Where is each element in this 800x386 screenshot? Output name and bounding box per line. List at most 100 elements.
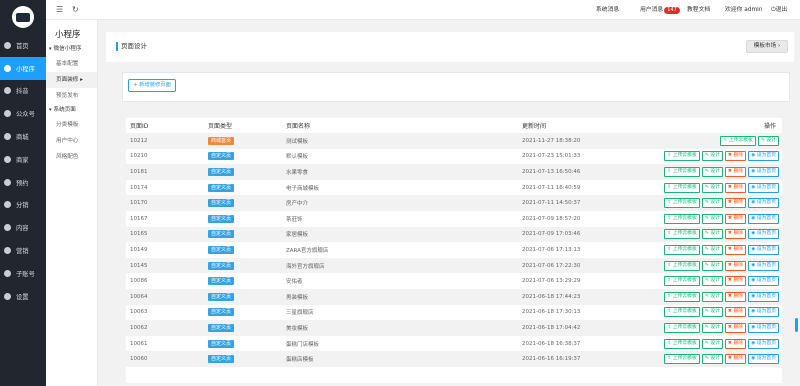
nav-item-content[interactable]: 内容 <box>0 216 46 239</box>
upload-template-button[interactable]: ⇪ 上传云模板 <box>664 354 700 365</box>
upload-template-button[interactable]: ⇪ 上传云模板 <box>664 338 700 349</box>
set-home-button[interactable]: ◉ 设为首页 <box>748 354 779 365</box>
nav-item-calendar[interactable]: 预约 <box>0 171 46 194</box>
delete-button[interactable]: ✖ 删除 <box>724 260 747 271</box>
delete-button[interactable]: ✖ 删除 <box>724 307 747 318</box>
set-home-button[interactable]: ◉ 设为首页 <box>748 260 779 271</box>
delete-button[interactable]: ✖ 删除 <box>724 182 747 193</box>
template-market-button[interactable]: 模板市场 › <box>746 40 788 53</box>
tutorial-link[interactable]: 教程文档 <box>687 6 710 14</box>
cell-actions: ⇪ 上传云模板 ✎ 设计 ✖ 删除 ◉ 设为首页 <box>652 179 782 196</box>
nav-item-gear[interactable]: 设置 <box>0 285 46 308</box>
upload-template-button[interactable]: ⇪ 上传云模板 <box>664 213 700 224</box>
delete-button[interactable]: ✖ 删除 <box>724 354 747 365</box>
cell-actions: ⇪ 上传云模板 ✎ 设计 ✖ 删除 ◉ 设为首页 <box>652 320 782 336</box>
delete-button[interactable]: ✖ 删除 <box>724 151 747 162</box>
nav-item-miniapp[interactable]: 小程序 <box>0 56 46 80</box>
sub-group-header[interactable]: ▾ 微信小程序 <box>46 43 97 56</box>
sub-item[interactable]: 分类模板 <box>46 117 97 133</box>
sub-nav-list: ▾ 微信小程序 基本配置 页面装修 ▸ 预览发布 ▾ 系统页面分类模板用户中心 风格配色 <box>46 43 97 165</box>
user-messages-badge: 147 <box>664 7 680 14</box>
set-home-button[interactable]: ◉ 设为首页 <box>748 151 779 162</box>
set-home-button[interactable]: ◉ 设为首页 <box>748 182 779 193</box>
refresh-icon[interactable]: ↻ <box>72 6 79 14</box>
nav-item-home[interactable]: 首页 <box>0 34 46 57</box>
sub-item[interactable]: 风格配色 <box>46 149 97 165</box>
sub-item[interactable]: 页面装修 ▸ <box>46 72 97 88</box>
delete-button[interactable]: ✖ 删除 <box>724 229 747 240</box>
design-button[interactable]: ✎ 设计 <box>701 276 723 287</box>
upload-template-button[interactable]: ⇪ 上传云模板 <box>664 198 700 209</box>
set-home-button-label: 设为首页 <box>756 278 776 284</box>
design-button[interactable]: ✎ 设计 <box>701 244 723 255</box>
sub-item[interactable]: 基本配置 <box>46 56 97 72</box>
cell-name: 蛋糕门店模板 <box>282 335 518 352</box>
new-page-button[interactable]: + 新增装修页面 <box>128 79 176 92</box>
set-home-button[interactable]: ◉ 设为首页 <box>748 229 779 240</box>
design-button[interactable]: ✎ 设计 <box>757 135 779 146</box>
set-home-button[interactable]: ◉ 设为首页 <box>748 198 779 209</box>
set-home-button[interactable]: ◉ 设为首页 <box>748 244 779 255</box>
design-button[interactable]: ✎ 设计 <box>701 260 723 271</box>
design-button[interactable]: ✎ 设计 <box>701 229 723 240</box>
set-home-button[interactable]: ◉ 设为首页 <box>748 213 779 224</box>
design-button-label: 设计 <box>710 168 720 174</box>
set-home-button[interactable]: ◉ 设为首页 <box>748 276 779 287</box>
upload-template-button[interactable]: ⇪ 上传云模板 <box>664 260 700 271</box>
design-button[interactable]: ✎ 设计 <box>701 354 723 365</box>
set-home-button[interactable]: ◉ 设为首页 <box>748 166 779 177</box>
upload-template-button[interactable]: ⇪ 上传云模板 <box>664 182 700 193</box>
set-home-button[interactable]: ◉ 设为首页 <box>748 307 779 318</box>
nav-item-user[interactable]: 子账号 <box>0 262 46 285</box>
page-header: 页面设计 模板市场 › <box>106 32 794 62</box>
page-type-tag: 自定义页 <box>208 199 235 208</box>
nav-item-douyin[interactable]: 抖音 <box>0 80 46 103</box>
nav-item-marketing[interactable]: 营销 <box>0 239 46 262</box>
design-button[interactable]: ✎ 设计 <box>701 166 723 177</box>
sub-item[interactable]: 用户中心 <box>46 133 97 149</box>
delete-button[interactable]: ✖ 删除 <box>724 338 747 349</box>
nav-item-shop[interactable]: 商城 <box>0 125 46 148</box>
upload-template-button[interactable]: ⇪ 上传云模板 <box>664 151 700 162</box>
delete-button[interactable]: ✖ 删除 <box>724 166 747 177</box>
upload-template-button[interactable]: ⇪ 上传云模板 <box>720 135 756 146</box>
cell-name: 水果零食 <box>282 164 518 180</box>
design-button[interactable]: ✎ 设计 <box>701 291 723 302</box>
design-button[interactable]: ✎ 设计 <box>701 198 723 209</box>
design-button[interactable]: ✎ 设计 <box>701 213 723 224</box>
design-button-label: 设计 <box>710 231 720 237</box>
user-messages-link[interactable]: 用户消息 147 <box>640 6 680 14</box>
set-home-button[interactable]: ◉ 设为首页 <box>748 322 779 333</box>
sub-group-header[interactable]: ▾ 系统页面 <box>46 104 97 117</box>
menu-icon[interactable]: ☰ <box>56 6 63 14</box>
design-button[interactable]: ✎ 设计 <box>701 151 723 162</box>
cell-time: 2021-06-18 17:04:42 <box>518 320 652 336</box>
nav-item-merchant[interactable]: 商家 <box>0 148 46 171</box>
upload-template-button[interactable]: ⇪ 上传云模板 <box>664 244 700 255</box>
delete-button[interactable]: ✖ 删除 <box>724 291 747 302</box>
design-button[interactable]: ✎ 设计 <box>701 338 723 349</box>
scrollbar-thumb[interactable] <box>795 318 798 332</box>
design-button[interactable]: ✎ 设计 <box>701 322 723 333</box>
upload-template-button[interactable]: ⇪ 上传云模板 <box>664 276 700 287</box>
delete-button[interactable]: ✖ 删除 <box>724 198 747 209</box>
upload-template-button[interactable]: ⇪ 上传云模板 <box>664 229 700 240</box>
logout-link[interactable]: ⏻退出 <box>771 6 787 14</box>
set-home-button[interactable]: ◉ 设为首页 <box>748 291 779 302</box>
upload-template-button[interactable]: ⇪ 上传云模板 <box>664 322 700 333</box>
delete-button[interactable]: ✖ 删除 <box>724 322 747 333</box>
system-messages-link[interactable]: 系统消息 <box>596 6 619 14</box>
upload-template-button[interactable]: ⇪ 上传云模板 <box>664 291 700 302</box>
set-home-button[interactable]: ◉ 设为首页 <box>748 338 779 349</box>
delete-button[interactable]: ✖ 删除 <box>724 276 747 287</box>
design-button[interactable]: ✎ 设计 <box>701 182 723 193</box>
design-button[interactable]: ✎ 设计 <box>701 307 723 318</box>
sub-item[interactable]: 预览发布 <box>46 88 97 104</box>
sub-item-label: 分类模板 <box>56 122 79 128</box>
nav-item-share[interactable]: 分销 <box>0 194 46 217</box>
nav-item-wechat[interactable]: 公众号 <box>0 102 46 125</box>
upload-template-button[interactable]: ⇪ 上传云模板 <box>664 166 700 177</box>
delete-button[interactable]: ✖ 删除 <box>724 213 747 224</box>
upload-template-button[interactable]: ⇪ 上传云模板 <box>664 307 700 318</box>
delete-button[interactable]: ✖ 删除 <box>724 244 747 255</box>
